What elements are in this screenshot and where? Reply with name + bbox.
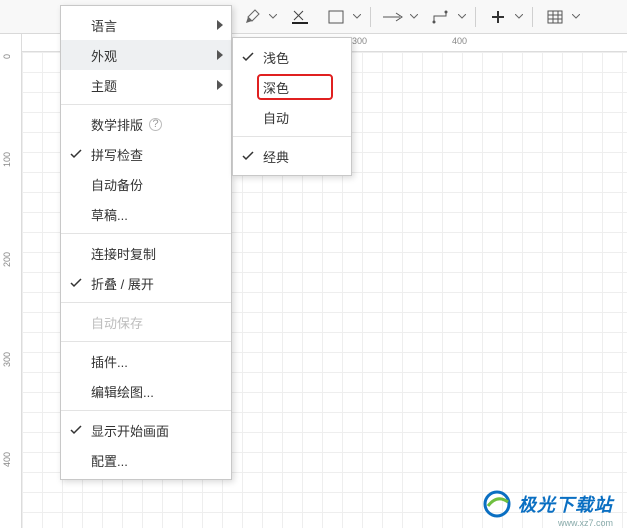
dropdown-caret-icon[interactable] <box>457 14 467 19</box>
menu-item-label: 语言 <box>91 16 117 35</box>
menu-item[interactable]: 主题 <box>61 70 231 100</box>
ruler-tick: 300 <box>352 36 367 46</box>
menu-divider <box>61 341 231 342</box>
menu-item-label: 拼写检查 <box>91 145 143 164</box>
menu-item-label: 显示开始画面 <box>91 421 169 440</box>
watermark: 极光下载站 www.xz7.com <box>482 490 613 518</box>
menu-item[interactable]: 浅色 <box>233 42 351 72</box>
check-icon <box>241 52 255 62</box>
menu-item-label: 主题 <box>91 76 117 95</box>
menu-item-label: 草稿... <box>91 205 128 224</box>
menu-item-label: 编辑绘图... <box>91 382 154 401</box>
menu-item-label: 浅色 <box>263 48 289 67</box>
menu-item-label: 经典 <box>263 147 289 166</box>
menu-divider <box>233 136 351 137</box>
submenu-arrow-icon <box>217 78 223 93</box>
ruler-tick: 400 <box>452 36 467 46</box>
check-icon <box>69 425 83 435</box>
menu-item[interactable]: 配置... <box>61 445 231 475</box>
ruler-tick: 400 <box>2 452 12 467</box>
submenu-arrow-icon <box>217 48 223 63</box>
menu-item[interactable]: 外观 <box>61 40 231 70</box>
menu-divider <box>61 410 231 411</box>
menu-item-label: 自动保存 <box>91 313 143 332</box>
logo-icon <box>482 490 512 518</box>
ruler-tick: 0 <box>2 54 12 59</box>
check-icon <box>241 151 255 161</box>
menu-item[interactable]: 连接时复制 <box>61 238 231 268</box>
menu-item[interactable]: 数学排版? <box>61 109 231 139</box>
submenu-arrow-icon <box>217 18 223 33</box>
menu-divider <box>61 104 231 105</box>
ruler-tick: 100 <box>2 152 12 167</box>
plus-tool[interactable] <box>484 3 512 31</box>
menu-item: 自动保存 <box>61 307 231 337</box>
help-icon: ? <box>149 118 162 131</box>
menu-item[interactable]: 折叠 / 展开 <box>61 268 231 298</box>
menu-item[interactable]: 自动 <box>233 102 351 132</box>
connector-tool[interactable] <box>427 3 455 31</box>
menu-item-label: 自动 <box>263 108 289 127</box>
menu-item[interactable]: 经典 <box>233 141 351 171</box>
ruler-vertical: 0 100 200 300 400 <box>0 34 22 528</box>
check-icon <box>69 149 83 159</box>
menu-item[interactable]: 拼写检查 <box>61 139 231 169</box>
line-color-tool[interactable] <box>286 3 314 31</box>
menu-item[interactable]: 显示开始画面 <box>61 415 231 445</box>
dropdown-caret-icon[interactable] <box>514 14 524 19</box>
menu-item-label: 外观 <box>91 46 117 65</box>
menu-item[interactable]: 自动备份 <box>61 169 231 199</box>
dropdown-caret-icon[interactable] <box>268 14 278 19</box>
menu-item[interactable]: 语言 <box>61 10 231 40</box>
menu-item-label: 配置... <box>91 451 128 470</box>
menu-item-label: 插件... <box>91 352 128 371</box>
menu-item-label: 深色 <box>263 78 289 97</box>
menu-item-label: 数学排版 <box>91 115 143 134</box>
ruler-tick: 300 <box>2 352 12 367</box>
menu-divider <box>61 302 231 303</box>
table-tool[interactable] <box>541 3 569 31</box>
context-menu: 语言外观主题数学排版? 拼写检查自动备份草稿... 连接时复制折叠 / 展开自动保存… <box>60 5 232 480</box>
arrow-tool[interactable] <box>379 3 407 31</box>
appearance-submenu: 浅色深色自动经典 <box>232 37 352 176</box>
dropdown-caret-icon[interactable] <box>352 14 362 19</box>
menu-item-label: 自动备份 <box>91 175 143 194</box>
pencil-tool[interactable] <box>238 3 266 31</box>
check-icon <box>69 278 83 288</box>
menu-item[interactable]: 深色 <box>233 72 351 102</box>
menu-divider <box>61 233 231 234</box>
dropdown-caret-icon[interactable] <box>571 14 581 19</box>
menu-item[interactable]: 插件... <box>61 346 231 376</box>
menu-item-label: 连接时复制 <box>91 244 156 263</box>
ruler-tick: 200 <box>2 252 12 267</box>
watermark-text: 极光下载站 <box>518 491 613 517</box>
menu-item-label: 折叠 / 展开 <box>91 274 154 293</box>
watermark-url: www.xz7.com <box>558 518 613 528</box>
menu-item[interactable]: 草稿... <box>61 199 231 229</box>
rect-tool[interactable] <box>322 3 350 31</box>
dropdown-caret-icon[interactable] <box>409 14 419 19</box>
menu-item[interactable]: 编辑绘图... <box>61 376 231 406</box>
